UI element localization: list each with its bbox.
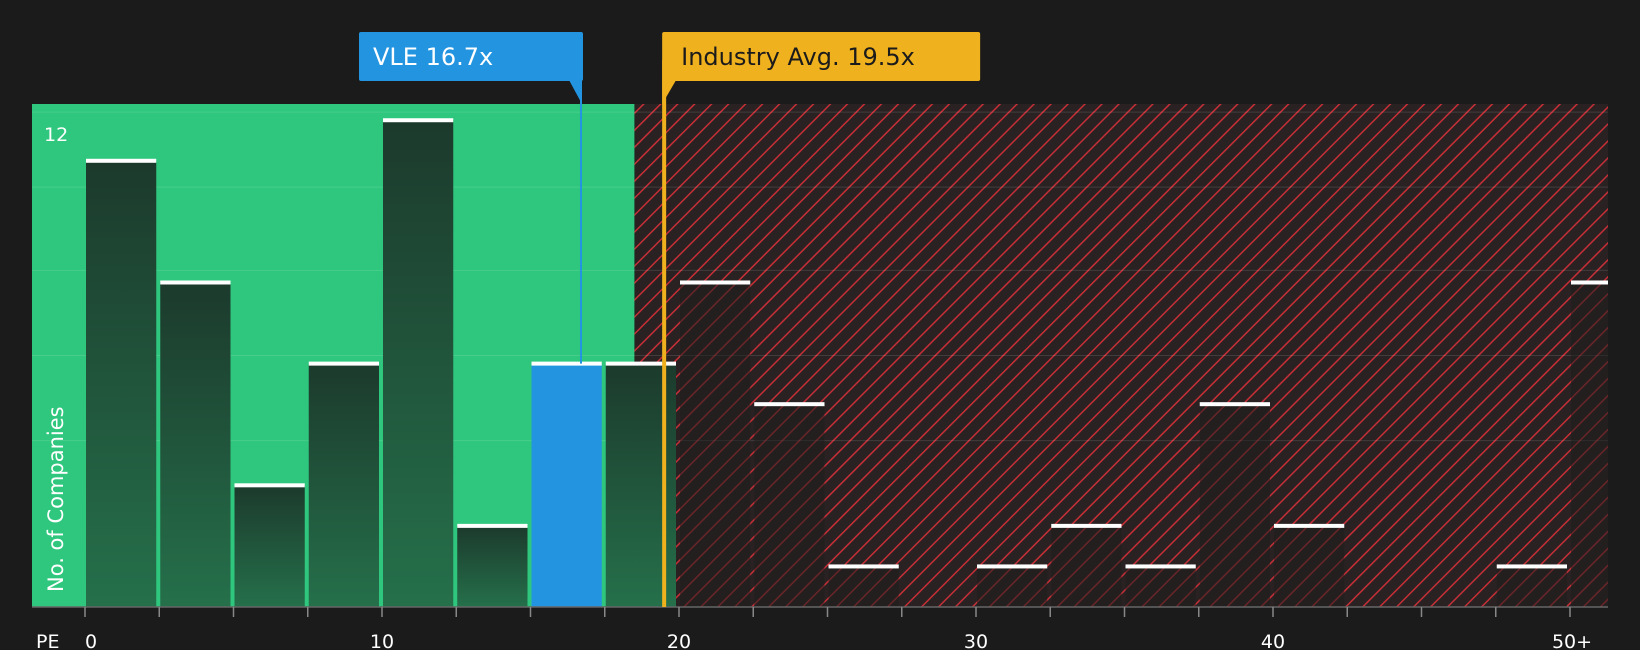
bar-cap bbox=[754, 402, 825, 407]
pe-distribution-chart: 0 10 20 30 40 50+ PE 12 No. of Companies VLE 16.7… bbox=[0, 0, 1640, 650]
histogram-bar bbox=[234, 485, 305, 607]
bar-cap bbox=[86, 158, 157, 163]
histogram-bar bbox=[1051, 525, 1122, 607]
bar-cap bbox=[160, 280, 231, 285]
bar-cap bbox=[383, 118, 454, 123]
bar-cap bbox=[1496, 564, 1567, 569]
histogram-bar bbox=[1496, 566, 1567, 607]
bar-cap bbox=[308, 361, 379, 366]
x-tick-label: 50+ bbox=[1552, 631, 1592, 650]
bar-cap bbox=[828, 564, 899, 569]
histogram-bar bbox=[86, 160, 157, 607]
bar-cap bbox=[680, 280, 751, 285]
histogram-bar bbox=[308, 363, 379, 607]
y-axis-label: No. of Companies bbox=[44, 406, 68, 592]
company-label: VLE 16.7x bbox=[373, 43, 493, 71]
histogram-bar bbox=[1571, 282, 1608, 607]
histogram-bar bbox=[680, 282, 751, 607]
histogram-bar bbox=[828, 566, 899, 607]
histogram-bar bbox=[160, 282, 231, 607]
chart-svg: 0 10 20 30 40 50+ PE 12 No. of Companies VLE 16.7… bbox=[32, 32, 1608, 650]
histogram-bar bbox=[1199, 404, 1270, 607]
histogram-bar bbox=[1125, 566, 1196, 607]
histogram-bar bbox=[457, 525, 528, 607]
x-tick-label: 30 bbox=[964, 631, 988, 650]
x-tick-label: 0 bbox=[85, 631, 97, 650]
bar-cap bbox=[1051, 523, 1122, 528]
x-tick-label: 10 bbox=[370, 631, 394, 650]
histogram-bar bbox=[754, 404, 825, 607]
x-axis-label: PE bbox=[36, 631, 59, 650]
x-tick-label: 40 bbox=[1261, 631, 1285, 650]
histogram-bar bbox=[977, 566, 1048, 607]
industry-label: Industry Avg. 19.5x bbox=[681, 43, 915, 71]
bar-cap bbox=[531, 361, 602, 366]
bar-cap bbox=[1571, 280, 1608, 285]
histogram-bar bbox=[1274, 525, 1345, 607]
bar-cap bbox=[234, 483, 305, 488]
histogram-bar bbox=[383, 120, 454, 608]
bar-cap bbox=[457, 523, 528, 528]
bar-cap bbox=[1125, 564, 1196, 569]
x-tick-label: 20 bbox=[667, 631, 691, 650]
y-tick-label: 12 bbox=[44, 124, 68, 146]
histogram-bar bbox=[531, 363, 602, 607]
bar-cap bbox=[1199, 402, 1270, 407]
industry-label-pointer bbox=[662, 80, 677, 104]
bar-cap bbox=[977, 564, 1048, 569]
bar-cap bbox=[1274, 523, 1345, 528]
